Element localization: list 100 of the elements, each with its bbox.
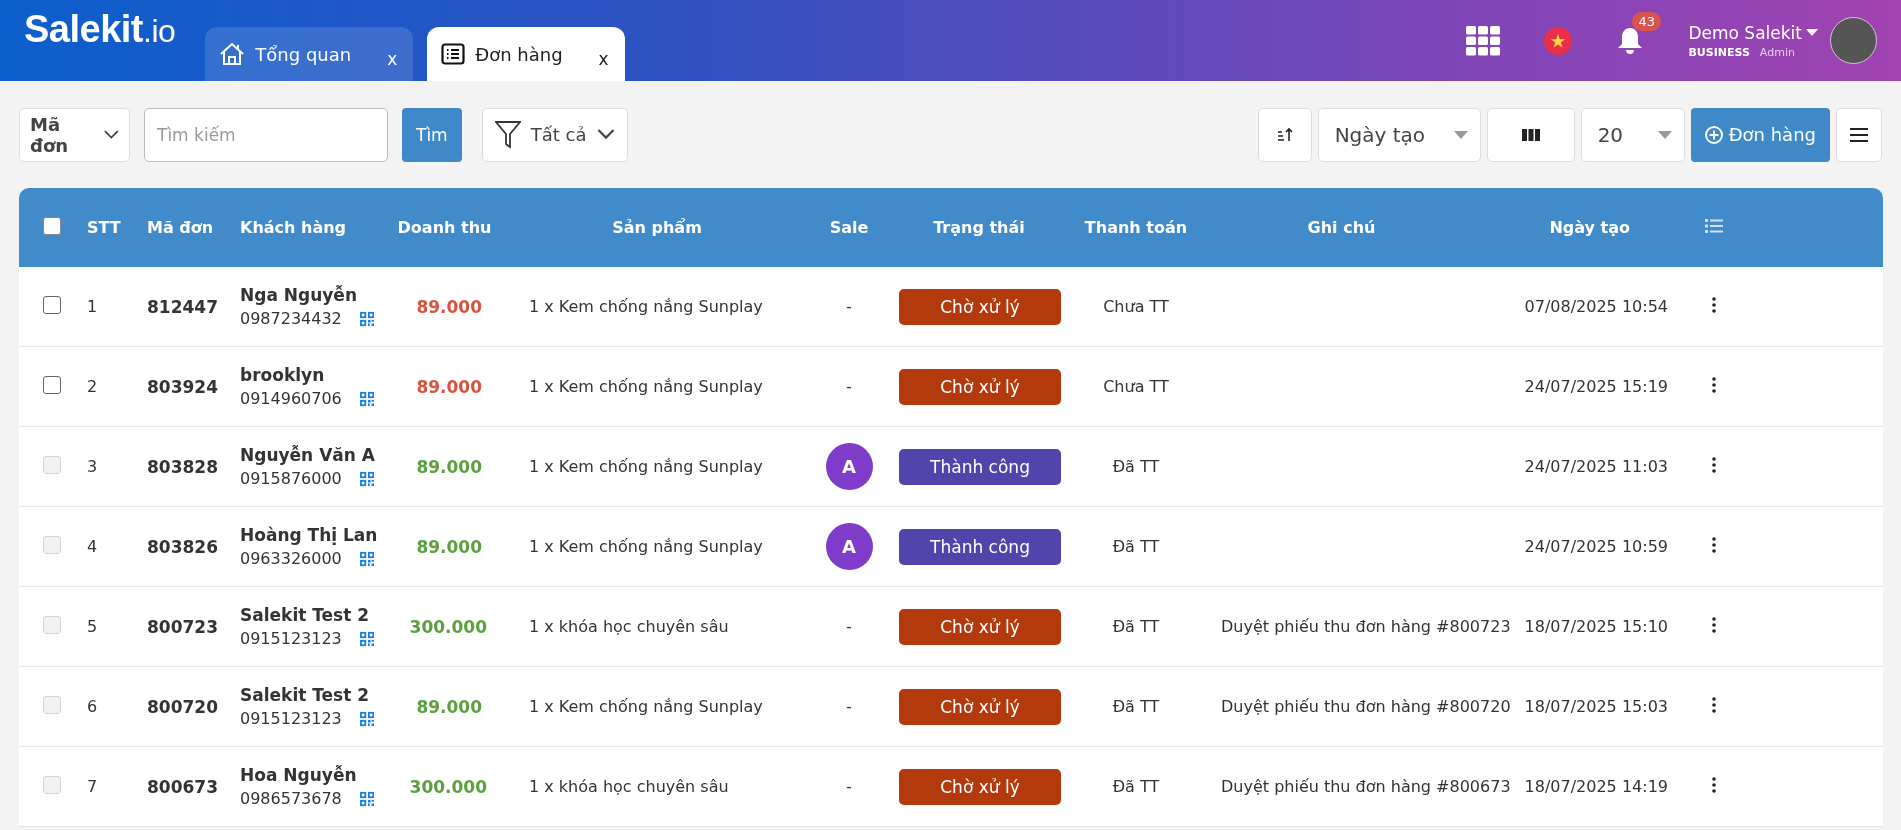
caret-down-icon <box>1657 130 1672 139</box>
page-tab[interactable]: Đơn hàng x <box>427 27 625 81</box>
row-number: 5 <box>87 617 98 636</box>
column-header: Ngày tạo <box>1549 218 1630 237</box>
sale-text: - <box>846 697 852 716</box>
house-icon <box>219 42 246 66</box>
more-options-icon[interactable] <box>1711 296 1716 313</box>
tab-close-button[interactable]: x <box>387 49 398 69</box>
qr-code-icon[interactable] <box>359 630 374 647</box>
row-checkbox[interactable] <box>43 295 61 314</box>
list-icon <box>441 43 466 65</box>
more-options-icon[interactable] <box>1711 536 1716 553</box>
created-date: 18/07/2025 14:19 <box>1524 777 1668 796</box>
select-all-checkbox[interactable] <box>43 216 61 235</box>
caret-down-icon[interactable] <box>1806 29 1818 36</box>
customer-name: Salekit Test 2 <box>240 605 371 625</box>
tab-label: Đơn hàng <box>475 43 563 65</box>
column-header: Thanh toán <box>1084 218 1188 237</box>
customer-phone: 0963326000 <box>240 549 342 568</box>
qr-code-icon[interactable] <box>359 310 374 327</box>
product-text: 1 x Kem chống nắng Sunplay <box>529 297 763 316</box>
order-revenue: 89.000 <box>416 376 482 397</box>
row-number: 6 <box>87 697 98 716</box>
order-code[interactable]: 812447 <box>147 296 224 317</box>
vietnam-flag-icon[interactable] <box>1544 26 1573 55</box>
customer-name: brooklyn <box>240 365 326 385</box>
user-name[interactable]: Demo Salekit <box>1688 22 1802 43</box>
search-button[interactable]: Tìm <box>402 107 462 162</box>
bell-icon[interactable] <box>1616 25 1645 56</box>
menu-icon <box>1850 127 1868 142</box>
more-options-icon[interactable] <box>1711 376 1716 393</box>
search-field[interactable]: Tìm kiếm <box>144 107 388 162</box>
created-date: 24/07/2025 10:59 <box>1524 537 1668 556</box>
payment-status: Đã TT <box>1112 617 1160 636</box>
columns-button[interactable] <box>1486 107 1575 162</box>
sale-text: - <box>846 617 852 636</box>
column-header: Ghi chú <box>1307 218 1376 237</box>
sale-avatar: A <box>825 523 873 570</box>
status-badge: Chờ xử lý <box>899 608 1061 645</box>
status-badge: Thành công <box>899 448 1061 485</box>
note-text: Duyệt phiếu thu đơn hàng #800723 <box>1221 617 1511 636</box>
payment-status: Chưa TT <box>1103 297 1169 316</box>
plus-circle-icon <box>1704 125 1723 144</box>
order-code[interactable]: 803924 <box>147 376 224 397</box>
created-date: 18/07/2025 15:03 <box>1524 697 1668 716</box>
payment-status: Chưa TT <box>1103 377 1169 396</box>
sort-icon <box>1276 126 1293 143</box>
row-checkbox[interactable] <box>43 375 61 394</box>
qr-code-icon[interactable] <box>359 470 374 487</box>
qr-code-icon[interactable] <box>359 790 374 807</box>
chevron-down-icon <box>104 129 119 140</box>
created-date: 24/07/2025 11:03 <box>1524 457 1668 476</box>
more-options-icon[interactable] <box>1711 456 1716 473</box>
payment-status: Đã TT <box>1112 457 1160 476</box>
product-text: 1 x khóa học chuyên sâu <box>529 617 729 636</box>
customer-name: Hoa Nguyễn <box>240 765 358 785</box>
role-label: Admin <box>1759 45 1795 59</box>
tab-close-button[interactable]: x <box>598 49 609 69</box>
note-text: Duyệt phiếu thu đơn hàng #800720 <box>1221 697 1511 716</box>
more-options-icon[interactable] <box>1711 776 1716 793</box>
product-text: 1 x Kem chống nắng Sunplay <box>529 457 763 476</box>
list-icon[interactable] <box>1704 219 1723 233</box>
add-order-button[interactable]: Đơn hàng <box>1690 107 1830 162</box>
column-header: Mã đơn <box>147 218 214 237</box>
status-badge: Chờ xử lý <box>899 688 1061 725</box>
note-text: Duyệt phiếu thu đơn hàng #800673 <box>1221 777 1511 796</box>
order-revenue: 300.000 <box>409 616 487 637</box>
user-avatar[interactable] <box>1830 17 1877 64</box>
payment-status: Đã TT <box>1112 697 1160 716</box>
payment-status: Đã TT <box>1112 777 1160 796</box>
status-badge: Thành công <box>899 528 1061 565</box>
column-header: Sản phẩm <box>612 218 702 237</box>
columns-icon <box>1521 128 1540 141</box>
filter-dropdown[interactable]: Tất cả <box>481 107 628 162</box>
sale-text: - <box>846 777 852 796</box>
customer-name: Nga Nguyễn <box>240 285 358 305</box>
qr-code-icon[interactable] <box>359 390 374 407</box>
more-options-icon[interactable] <box>1711 696 1716 713</box>
menu-button[interactable] <box>1836 107 1882 162</box>
sort-field-select[interactable]: Ngày tạo <box>1317 107 1481 162</box>
qr-code-icon[interactable] <box>359 710 374 727</box>
customer-phone: 0915876000 <box>240 469 342 488</box>
salekit-logo[interactable]: Salekit.io <box>24 8 176 51</box>
more-options-icon[interactable] <box>1711 616 1716 633</box>
page-tab[interactable]: Tổng quan x <box>205 27 414 81</box>
created-date: 24/07/2025 15:19 <box>1524 377 1668 396</box>
status-badge: Chờ xử lý <box>899 288 1061 325</box>
chevron-down-icon <box>596 129 615 140</box>
row-number: 7 <box>87 777 98 796</box>
page-size-select[interactable]: 20 <box>1580 107 1685 162</box>
search-field-select[interactable]: Mã đơn <box>19 107 130 162</box>
sort-direction-button[interactable] <box>1257 107 1312 162</box>
qr-code-icon[interactable] <box>359 550 374 567</box>
sale-text: - <box>846 297 852 316</box>
customer-phone: 0915123123 <box>240 709 342 728</box>
product-text: 1 x Kem chống nắng Sunplay <box>529 377 763 396</box>
column-header: Khách hàng <box>240 218 347 237</box>
customer-phone: 0987234432 <box>240 309 342 328</box>
row-number: 4 <box>87 537 98 556</box>
apps-grid-icon[interactable] <box>1466 25 1501 56</box>
